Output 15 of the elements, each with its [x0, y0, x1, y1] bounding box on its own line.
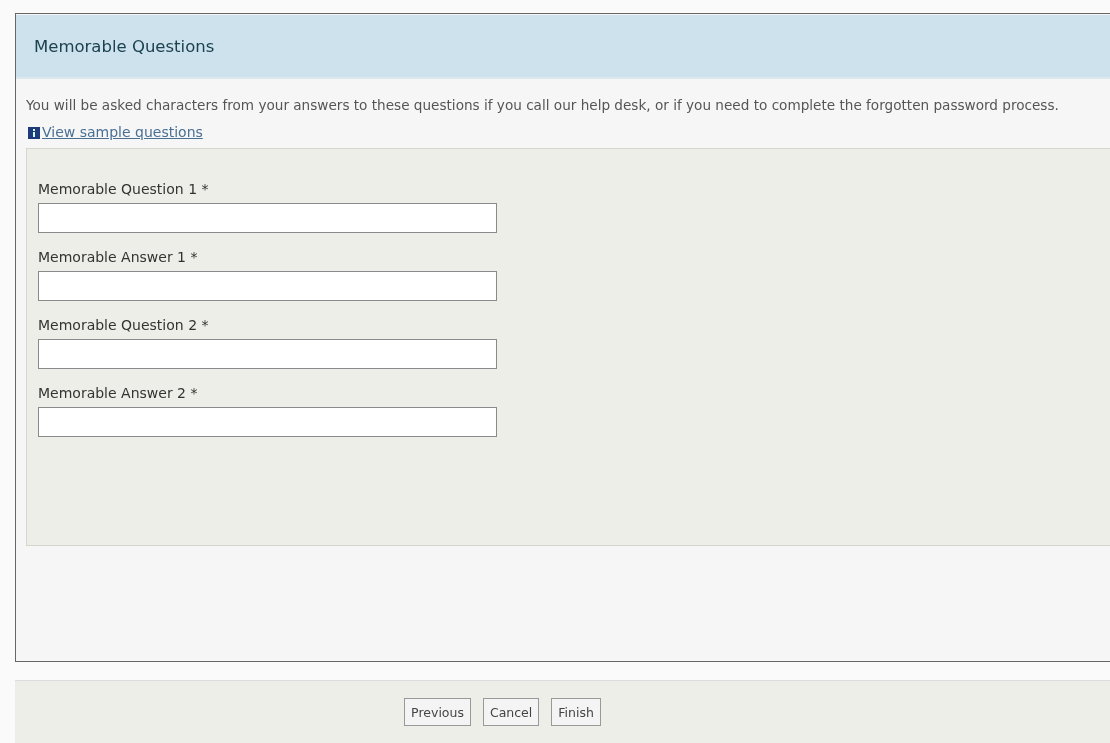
field-label: Memorable Answer 1 * [38, 249, 199, 265]
field-label: Memorable Question 1 * [38, 181, 210, 197]
intro-text: You will be asked characters from your answers to these questions if you call our help desk, or if you need to complete the forgotten password process. [26, 96, 1060, 115]
field-label: Memorable Question 2 * [38, 317, 210, 333]
nav-button[interactable]: Finish [551, 698, 601, 726]
input-field[interactable] [38, 407, 497, 437]
field-label: Memorable Answer 2 * [38, 385, 199, 401]
nav-button[interactable]: Cancel [482, 698, 540, 726]
input-field[interactable] [38, 339, 497, 369]
input-field[interactable] [38, 271, 497, 301]
input-field[interactable] [38, 203, 497, 233]
nav-button[interactable]: Previous [404, 698, 471, 726]
info-icon [28, 127, 40, 139]
sample-questions-link[interactable]: View sample questions [42, 124, 203, 140]
panel-title: Memorable Questions [16, 15, 1110, 79]
